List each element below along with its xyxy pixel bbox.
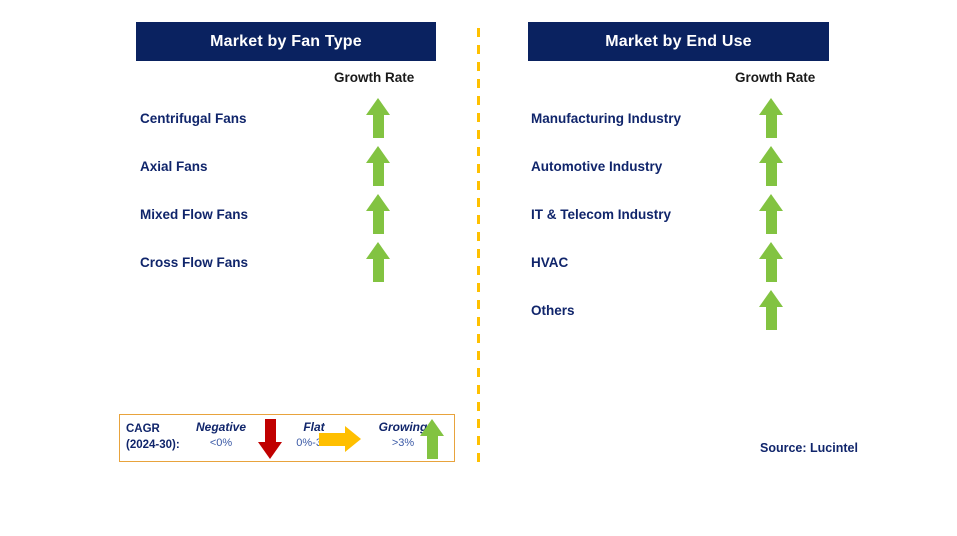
legend-word: Negative <box>195 420 247 434</box>
row-label: Automotive Industry <box>531 158 663 174</box>
legend-cagr-line1: CAGR <box>126 423 160 435</box>
row-label: HVAC <box>531 254 569 270</box>
growth-indicator-cell <box>749 242 793 282</box>
arrow-up-icon <box>366 98 390 138</box>
table-row: Axial Fans <box>140 146 400 186</box>
arrow-right-icon <box>319 426 361 452</box>
source-attribution: Source: Lucintel <box>760 441 858 455</box>
table-row: Cross Flow Fans <box>140 242 400 282</box>
table-row: Automotive Industry <box>531 146 793 186</box>
legend-arrow-flat <box>318 425 362 453</box>
table-row: Mixed Flow Fans <box>140 194 400 234</box>
arrow-up-icon <box>366 194 390 234</box>
row-label: Axial Fans <box>140 158 208 174</box>
infographic-canvas: Market by Fan Type Growth Rate Centrifug… <box>0 0 957 536</box>
legend-cagr-label: CAGR (2024-30): <box>126 421 180 453</box>
column-header-growth-rate-left: Growth Rate <box>334 70 415 85</box>
growth-indicator-cell <box>749 290 793 330</box>
table-row: HVAC <box>531 242 793 282</box>
legend-item-negative: Negative <0% <box>184 419 258 451</box>
growth-indicator-cell <box>749 194 793 234</box>
table-row: IT & Telecom Industry <box>531 194 793 234</box>
row-label: Mixed Flow Fans <box>140 206 249 222</box>
panel-title-fan-type: Market by Fan Type <box>136 22 436 61</box>
arrow-up-icon <box>759 98 783 138</box>
growth-indicator-cell <box>356 98 400 138</box>
column-header-growth-rate-right: Growth Rate <box>735 70 816 85</box>
growth-indicator-cell <box>356 146 400 186</box>
row-label: Centrifugal Fans <box>140 110 247 126</box>
arrow-up-icon <box>759 194 783 234</box>
arrow-up-icon <box>420 419 444 459</box>
table-row: Manufacturing Industry <box>531 98 793 138</box>
growth-indicator-cell <box>749 146 793 186</box>
vertical-dashed-divider <box>477 28 480 462</box>
growth-indicator-cell <box>356 194 400 234</box>
growth-indicator-cell <box>356 242 400 282</box>
arrow-up-icon <box>759 242 783 282</box>
row-label: Cross Flow Fans <box>140 254 249 270</box>
panel-title-end-use: Market by End Use <box>528 22 829 61</box>
arrow-up-icon <box>759 290 783 330</box>
arrow-up-icon <box>366 146 390 186</box>
growth-indicator-cell <box>749 98 793 138</box>
table-row: Centrifugal Fans <box>140 98 400 138</box>
arrow-up-icon <box>759 146 783 186</box>
legend-value: <0% <box>209 437 233 449</box>
row-label: IT & Telecom Industry <box>531 206 672 222</box>
table-row: Others <box>531 290 793 330</box>
arrow-up-icon <box>366 242 390 282</box>
legend-cagr-line2: (2024-30): <box>126 439 180 451</box>
row-label: Manufacturing Industry <box>531 110 682 126</box>
legend-box: CAGR (2024-30): Negative <0% Flat 0%-3% <box>119 414 455 462</box>
panel-market-by-end-use: Market by End Use Growth Rate Manufactur… <box>478 0 957 536</box>
legend-arrow-growing <box>417 419 447 459</box>
row-label: Others <box>531 302 575 318</box>
